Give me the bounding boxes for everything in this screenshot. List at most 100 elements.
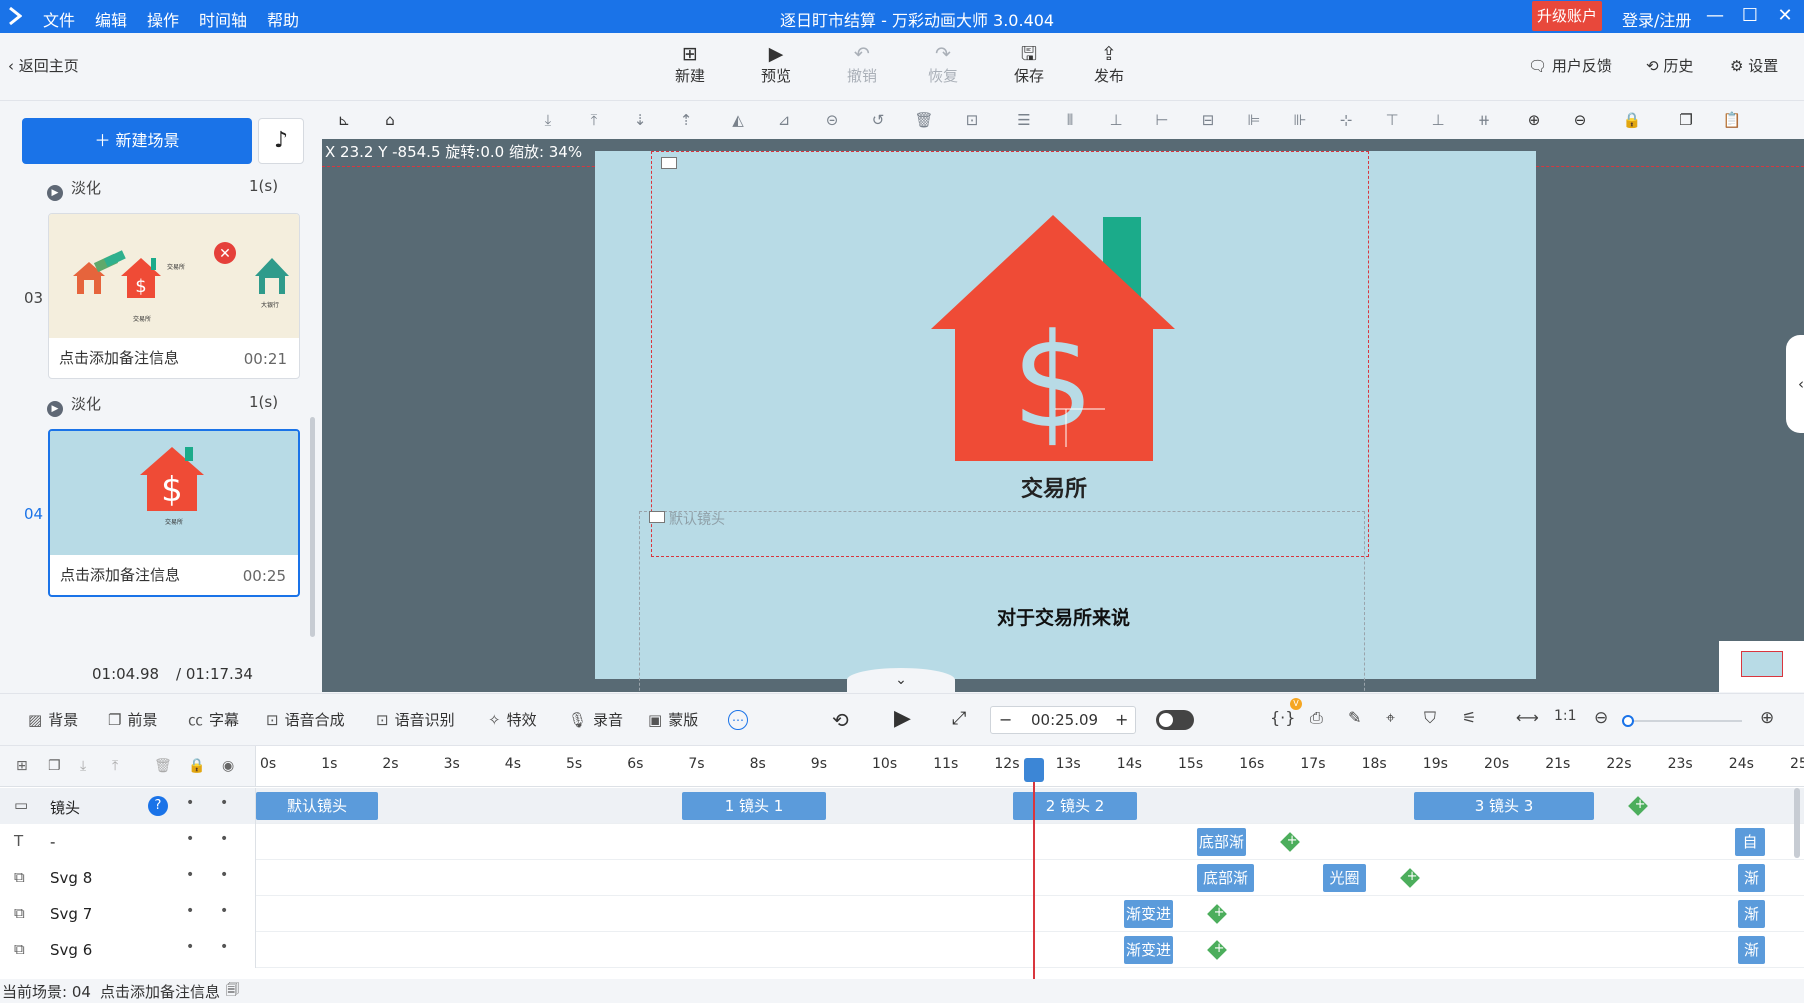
effect-clip[interactable]: 渐变进 xyxy=(1124,936,1173,964)
help-icon[interactable]: ? xyxy=(148,796,168,816)
effect-clip[interactable]: 渐 xyxy=(1738,936,1765,964)
transition-mid[interactable]: ▶ 淡化 1(s) xyxy=(47,393,278,417)
move-bottom-icon[interactable]: ⤓ xyxy=(536,109,560,131)
effect-clip[interactable]: 渐变进 xyxy=(1124,900,1173,928)
move-top-icon[interactable]: ⤒ xyxy=(582,109,606,131)
align-baseline-icon[interactable]: ⊾ xyxy=(332,109,356,131)
undo-button[interactable]: ↶ 撤销 xyxy=(832,43,892,86)
rotate-reset-icon[interactable]: ↺ xyxy=(866,109,890,131)
back-home-link[interactable]: ‹ 返回主页 xyxy=(8,55,79,76)
login-register-link[interactable]: 登录/注册 xyxy=(1622,7,1691,31)
time-stepper[interactable]: − 00:25.09 + xyxy=(990,706,1136,734)
effect-clip[interactable]: 自 xyxy=(1735,828,1765,856)
move-down-layer-icon[interactable]: ⤓ xyxy=(80,758,86,774)
scene-note-04[interactable]: 点击添加备注信息 xyxy=(60,564,180,585)
ratio-icon[interactable]: 1:1 xyxy=(1554,708,1577,724)
track-svg6[interactable]: ⧉ Svg 6 • • 渐变进 渐 xyxy=(0,932,1804,968)
save-button[interactable]: 🖫 保存 xyxy=(999,43,1059,86)
collapse-chevron-icon[interactable]: ⌄ xyxy=(847,668,955,692)
lock-toggle-dot[interactable]: • xyxy=(186,867,194,883)
menu-file[interactable]: 文件 xyxy=(43,7,75,31)
lock-toggle-dot[interactable]: • xyxy=(186,903,194,919)
minimize-button[interactable]: — xyxy=(1700,2,1730,30)
track-text[interactable]: T - • • 底部渐 自 xyxy=(0,824,1804,860)
flip-horizontal-icon[interactable]: ◭ xyxy=(726,109,750,131)
visibility-toggle-dot[interactable]: • xyxy=(220,939,228,955)
menu-timeline[interactable]: 时间轴 xyxy=(199,7,247,31)
maximize-button[interactable]: ☐ xyxy=(1735,2,1765,30)
visibility-toggle-dot[interactable]: • xyxy=(220,903,228,919)
music-note-icon[interactable]: ♪ xyxy=(258,118,304,164)
rewind-icon[interactable]: ⟲ xyxy=(832,708,849,732)
filter-icon[interactable]: ⛉ xyxy=(1424,708,1436,728)
time-value[interactable]: 00:25.09 xyxy=(1031,711,1098,729)
spacing-icon[interactable]: ⊟ xyxy=(1196,109,1220,131)
flip-vertical-icon[interactable]: ⊿ xyxy=(772,109,796,131)
delete-layer-icon[interactable]: 🗑 xyxy=(154,758,172,774)
eye-icon[interactable]: ◉ xyxy=(222,758,234,774)
upgrade-account-button[interactable]: 升级账户 xyxy=(1532,1,1602,31)
visibility-toggle-dot[interactable]: • xyxy=(220,867,228,883)
zoom-in-timeline-icon[interactable]: ⊕ xyxy=(1760,708,1774,728)
scene-note-03[interactable]: 点击添加备注信息 xyxy=(59,347,179,368)
move-up-icon[interactable]: ⇡ xyxy=(674,109,698,131)
edit-icon[interactable]: ✎ xyxy=(1348,708,1361,727)
visibility-toggle-dot[interactable]: • xyxy=(220,795,228,811)
camera-clip[interactable]: 默认镜头 xyxy=(256,792,378,820)
distribute-h-icon[interactable]: ⊢ xyxy=(1150,109,1174,131)
crop-icon[interactable]: ⊡ xyxy=(960,109,984,131)
time-plus-button[interactable]: + xyxy=(1115,710,1128,729)
zoom-slider[interactable] xyxy=(1622,715,1742,727)
menu-operate[interactable]: 操作 xyxy=(147,7,179,31)
lock-all-icon[interactable]: 🔒 xyxy=(188,758,205,774)
menu-edit[interactable]: 编辑 xyxy=(95,7,127,31)
minimap[interactable] xyxy=(1719,641,1804,692)
canvas-area[interactable]: X 23.2 Y -854.5 旋转:0.0 缩放: 34% 默认镜头 $ 交易… xyxy=(322,139,1804,692)
folder-icon[interactable]: ❐ xyxy=(48,758,61,774)
track-svg7[interactable]: ⧉ Svg 7 • • 渐变进 渐 xyxy=(0,896,1804,932)
zoom-slider-handle[interactable] xyxy=(1622,715,1634,727)
copy-icon[interactable]: ❐ xyxy=(1674,109,1698,131)
preview-button[interactable]: ▶ 预览 xyxy=(746,43,806,86)
zoom-out-timeline-icon[interactable]: ⊖ xyxy=(1594,708,1608,728)
align-bottom-icon[interactable]: ⊥ xyxy=(1426,109,1450,131)
align-middle-icon[interactable]: ⊹ xyxy=(1334,109,1358,131)
new-button[interactable]: ⊞ 新建 xyxy=(660,43,720,86)
foreground-button[interactable]: ❐ 前景 xyxy=(108,709,157,730)
effect-clip[interactable]: 光圈 xyxy=(1323,864,1366,892)
keyframe-add[interactable] xyxy=(1280,832,1300,852)
subtitle-button[interactable]: ㏄字幕 xyxy=(188,709,239,730)
align-top-icon[interactable]: ⊤ xyxy=(1380,109,1404,131)
lock-toggle-dot[interactable]: • xyxy=(186,831,194,847)
unlock-icon[interactable]: ⊝ xyxy=(820,109,844,131)
settings-link[interactable]: ⚙ 设置 xyxy=(1730,55,1778,76)
asr-button[interactable]: ⊡ 语音识别 xyxy=(376,709,455,730)
align-left-icon[interactable]: ⊫ xyxy=(1242,109,1266,131)
lock-icon[interactable]: 🔒 xyxy=(1620,109,1644,131)
time-minus-button[interactable]: − xyxy=(999,710,1012,729)
scene-card-04[interactable]: $ 交易所 点击添加备注信息 00:25 xyxy=(48,429,300,597)
mask-button[interactable]: ▣ 蒙版 xyxy=(648,709,698,730)
lock-toggle-dot[interactable]: • xyxy=(186,939,194,955)
keyframe-add[interactable] xyxy=(1628,796,1648,816)
effect-clip[interactable]: 渐 xyxy=(1738,864,1765,892)
align-right-icon[interactable]: ⊪ xyxy=(1288,109,1312,131)
playhead-handle[interactable] xyxy=(1024,758,1044,782)
background-button[interactable]: ▨ 背景 xyxy=(28,709,78,730)
visibility-toggle-dot[interactable]: • xyxy=(220,831,228,847)
feedback-link[interactable]: 🗨 用户反馈 xyxy=(1528,55,1612,76)
align-center-h-icon[interactable]: ☰ xyxy=(1012,109,1036,131)
history-link[interactable]: ⟲ 历史 xyxy=(1646,55,1693,76)
track-svg8[interactable]: ⧉ Svg 8 • • 底部渐 光圈 渐 xyxy=(0,860,1804,896)
transition-top[interactable]: ▶ 淡化 1(s) xyxy=(47,177,278,201)
play-button-icon[interactable]: ▶ xyxy=(894,706,911,731)
play-logo-icon[interactable] xyxy=(8,6,24,26)
camera-clip[interactable]: 2 镜头 2 xyxy=(1013,792,1137,820)
split-icon[interactable]: ⌖ xyxy=(1386,708,1395,728)
publish-button[interactable]: ⇪ 发布 xyxy=(1079,43,1139,86)
scene-card-03[interactable]: $ ✕ 交易所 交易所 大银行 点击添加备注信息 00:21 xyxy=(48,213,300,379)
home-icon[interactable]: ⌂ xyxy=(378,109,402,131)
distribute-v-icon[interactable]: ⊥ xyxy=(1104,109,1128,131)
stage[interactable]: 默认镜头 $ 交易所 对于交易所来说 xyxy=(595,151,1536,692)
house-dollar-graphic[interactable]: $ xyxy=(595,151,1536,679)
